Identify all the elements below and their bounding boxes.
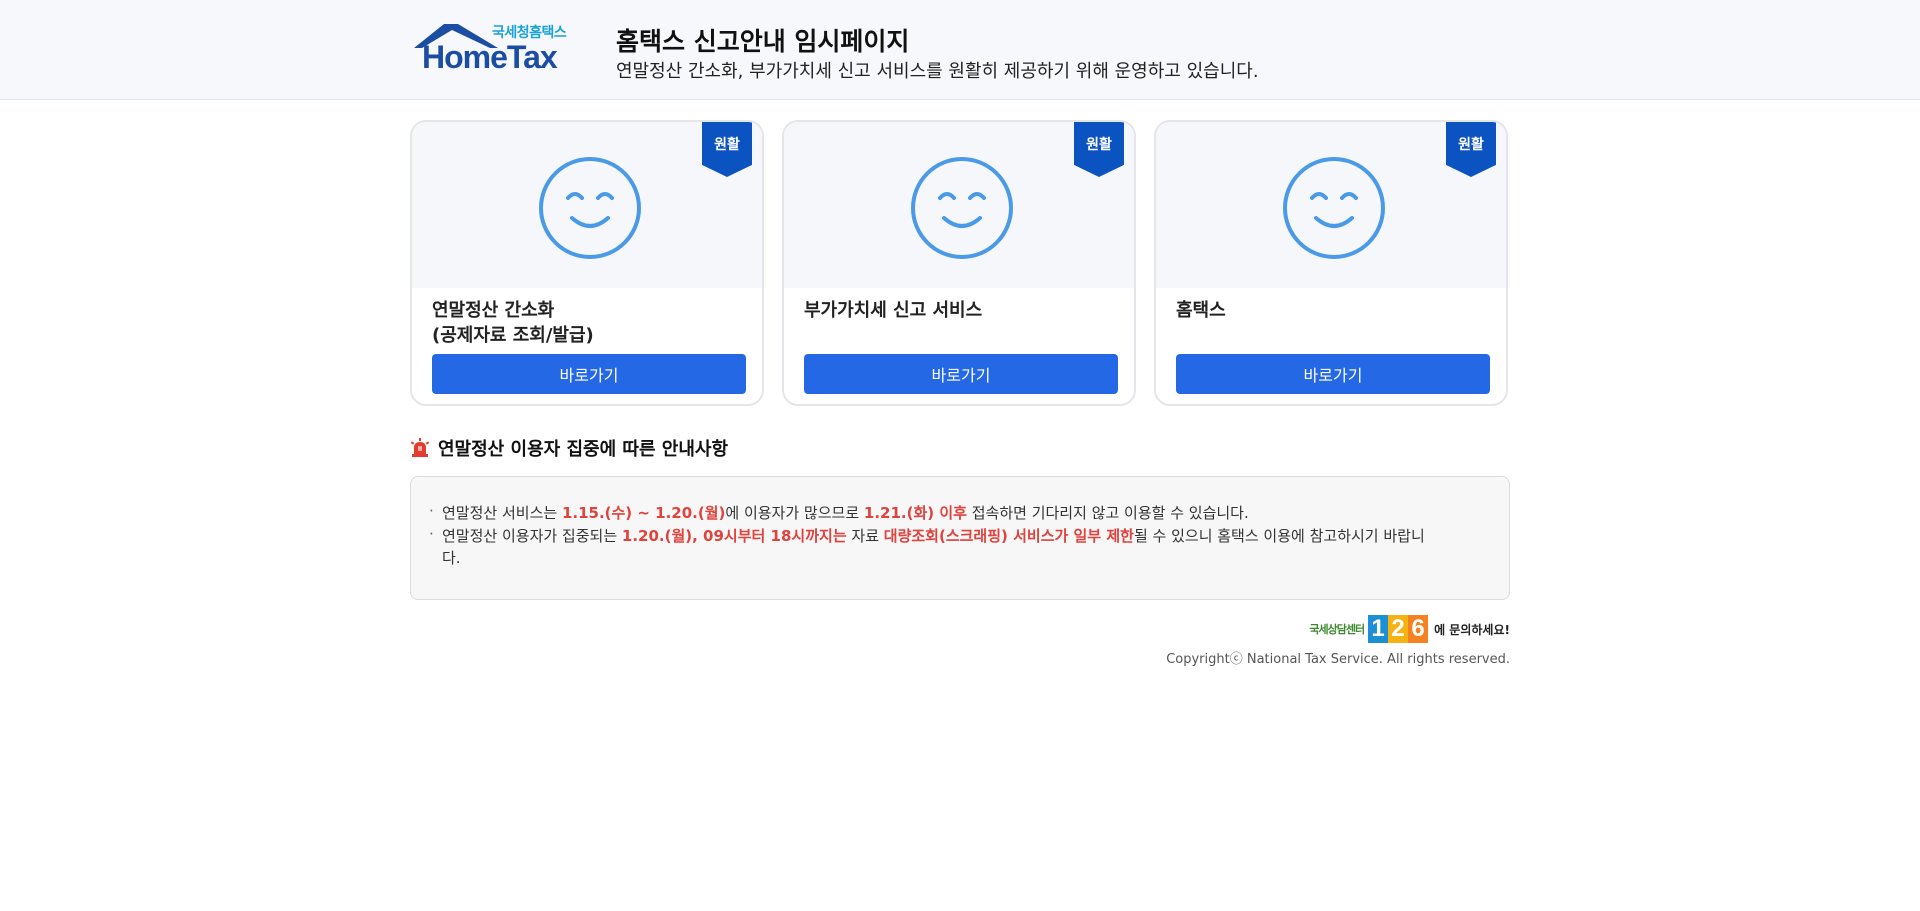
logo-main-text: HomeTax [422, 39, 558, 75]
card-title-line1: 연말정산 간소화 [432, 300, 555, 321]
card-title: 부가가치세 신고 서비스 [804, 298, 982, 323]
notice-highlight: 대량조회(스크래핑) 서비스가 일부 제한 [883, 527, 1134, 545]
status-badge: 원활 [1074, 122, 1124, 177]
notice-heading: 연말정산 이용자 집중에 따른 안내사항 [410, 436, 1510, 460]
hometax-logo[interactable]: 국세청홈택스 HomeTax [410, 18, 580, 78]
notice-text: 연말정산 서비스는 [442, 504, 562, 522]
notice-text: 연말정산 이용자가 집중되는 [442, 527, 622, 545]
status-badge: 원활 [702, 122, 752, 177]
card-title-line2: (공제자료 조회/발급) [432, 325, 594, 346]
card-status-area: 원활 [1156, 122, 1506, 288]
service-card-vat: 원활 부가가치세 신고 서비스 바로가기 [782, 120, 1136, 406]
call-center-digit: 2 [1388, 615, 1409, 643]
notice-highlight: 1.15.(수) ~ 1.20.(월) [561, 504, 726, 522]
go-button-hometax[interactable]: 바로가기 [1176, 354, 1490, 394]
notice-title: 연말정산 이용자 집중에 따른 안내사항 [438, 439, 729, 460]
card-title-line1: 홈택스 [1176, 300, 1226, 321]
card-status-area: 원활 [412, 122, 762, 288]
page-title: 홈택스 신고안내 임시페이지 [616, 27, 910, 56]
notice-highlight: 1.20.(월), 09시부터 18시까지는 [621, 527, 847, 545]
card-title-line1: 부가가치세 신고 서비스 [804, 300, 983, 321]
siren-icon [410, 438, 430, 457]
service-card-year-end: 원활 연말정산 간소화 (공제자료 조회/발급) 바로가기 [410, 120, 764, 406]
card-status-area: 원활 [784, 122, 1134, 288]
smile-icon [539, 157, 641, 259]
status-badge-label: 원활 [714, 137, 740, 153]
service-card-hometax: 원활 홈택스 바로가기 [1154, 120, 1508, 406]
header-inner: 국세청홈택스 HomeTax 홈택스 신고안내 임시페이지 연말정산 간소화, … [410, 0, 1510, 100]
go-button-year-end[interactable]: 바로가기 [432, 354, 746, 394]
smile-icon [1283, 157, 1385, 259]
copyright-text: Copyrightⓒ National Tax Service. All rig… [1166, 652, 1510, 667]
notice-text: 자료 [846, 527, 884, 545]
notice-box: 연말정산 서비스는 1.15.(수) ~ 1.20.(월)에 이용자가 많으므로… [410, 476, 1510, 600]
notice-item: 연말정산 이용자가 집중되는 1.20.(월), 09시부터 18시까지는 자료… [429, 523, 1439, 569]
status-badge-label: 원활 [1458, 137, 1484, 153]
main-content: 원활 연말정산 간소화 (공제자료 조회/발급) 바로가기 원활 부가가치세 신… [410, 120, 1510, 667]
call-center-ask: 에 문의하세요! [1434, 622, 1510, 637]
call-center-banner: 국세상담센터 1 2 6 에 문의하세요! [1309, 614, 1510, 644]
card-title: 연말정산 간소화 (공제자료 조회/발급) [432, 298, 594, 348]
call-center-digit: 1 [1368, 615, 1389, 643]
page-footer: 국세상담센터 1 2 6 에 문의하세요! Copyrightⓒ Nationa… [410, 614, 1510, 667]
service-cards: 원활 연말정산 간소화 (공제자료 조회/발급) 바로가기 원활 부가가치세 신… [410, 120, 1510, 406]
card-title: 홈택스 [1176, 298, 1226, 323]
notice-text: 접속하면 기다리지 않고 이용할 수 있습니다. [966, 504, 1249, 522]
page-subtitle: 연말정산 간소화, 부가가치세 신고 서비스를 원활히 제공하기 위해 운영하고… [616, 61, 1259, 82]
status-badge-label: 원활 [1086, 137, 1112, 153]
notice-item: 연말정산 서비스는 1.15.(수) ~ 1.20.(월)에 이용자가 많으므로… [429, 500, 1439, 524]
status-badge: 원활 [1446, 122, 1496, 177]
notice-highlight: 1.21.(화) 이후 [863, 504, 967, 522]
notice-text: 에 이용자가 많으므로 [725, 504, 864, 522]
smile-icon [911, 157, 1013, 259]
call-center-digit: 6 [1408, 615, 1429, 643]
go-button-vat[interactable]: 바로가기 [804, 354, 1118, 394]
page-header: 국세청홈택스 HomeTax 홈택스 신고안내 임시페이지 연말정산 간소화, … [0, 0, 1920, 100]
call-center-label: 국세상담센터 [1309, 623, 1365, 636]
